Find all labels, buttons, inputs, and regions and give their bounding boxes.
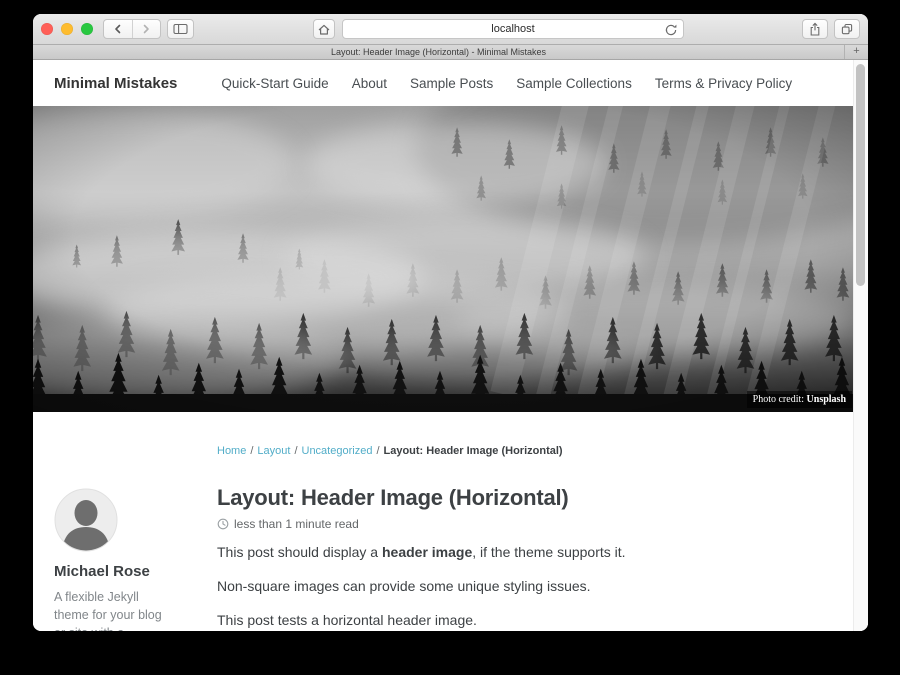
page-content: Minimal Mistakes Quick-Start Guide About… [33, 60, 853, 631]
reload-icon [664, 23, 678, 37]
site-title-link[interactable]: Minimal Mistakes [54, 75, 177, 92]
share-button[interactable] [802, 19, 828, 39]
breadcrumb-current: Layout: Header Image (Horizontal) [384, 445, 563, 457]
site-nav: Quick-Start Guide About Sample Posts Sam… [221, 76, 792, 91]
address-bar[interactable]: localhost [342, 19, 684, 39]
foggy-forest-illustration [33, 106, 853, 412]
share-icon [808, 22, 822, 37]
traffic-lights [41, 23, 93, 35]
home-button[interactable] [313, 19, 335, 39]
photo-credit: Photo credit: Unsplash [747, 391, 852, 408]
nav-item-quick-start-guide[interactable]: Quick-Start Guide [221, 76, 328, 91]
paragraph-text: , if the theme supports it. [472, 544, 625, 560]
photo-credit-link[interactable]: Unsplash [807, 394, 846, 405]
paragraph-bold-text: header image [382, 544, 472, 560]
clock-icon [217, 518, 229, 530]
close-button[interactable] [41, 23, 53, 35]
zoom-button[interactable] [81, 23, 93, 35]
avatar [54, 488, 118, 552]
header-image: Photo credit: Unsplash [33, 106, 853, 412]
nav-item-terms-privacy-policy[interactable]: Terms & Privacy Policy [655, 76, 792, 91]
sidebar-toggle-button[interactable] [167, 19, 194, 39]
scrollbar-thumb[interactable] [856, 64, 865, 286]
breadcrumb: Home/Layout/Uncategorized/Layout: Header… [217, 445, 832, 457]
home-icon [317, 23, 331, 36]
paragraph-text: This post should display a [217, 544, 382, 560]
sidebar-icon [173, 23, 188, 35]
breadcrumb-separator: / [250, 445, 253, 457]
read-time: less than 1 minute read [217, 517, 832, 531]
paragraph: This post tests a horizontal header imag… [217, 612, 832, 628]
author-name: Michael Rose [54, 563, 200, 580]
url-text: localhost [491, 23, 534, 35]
chevron-left-icon [112, 23, 124, 35]
browser-toolbar: localhost [33, 14, 868, 44]
paragraph: This post should display a header image,… [217, 544, 832, 560]
chevron-right-icon [140, 23, 152, 35]
minimize-button[interactable] [61, 23, 73, 35]
tab-bar: Layout: Header Image (Horizontal) - Mini… [33, 44, 868, 60]
back-button[interactable] [104, 20, 132, 38]
content-row: Michael Rose A flexible Jekyll theme for… [33, 412, 853, 631]
nav-item-sample-posts[interactable]: Sample Posts [410, 76, 493, 91]
page-title: Layout: Header Image (Horizontal) [217, 485, 832, 511]
site-masthead: Minimal Mistakes Quick-Start Guide About… [33, 60, 853, 106]
page-viewport: Minimal Mistakes Quick-Start Guide About… [33, 60, 868, 631]
tabs-icon [840, 22, 854, 36]
read-time-text: less than 1 minute read [234, 517, 359, 531]
author-bio: A flexible Jekyll theme for your blog or… [54, 588, 176, 631]
history-nav-group [103, 19, 161, 39]
scrollbar-track[interactable] [853, 60, 868, 631]
nav-item-about[interactable]: About [352, 76, 387, 91]
breadcrumb-layout[interactable]: Layout [257, 445, 290, 457]
tab-title[interactable]: Layout: Header Image (Horizontal) - Mini… [33, 45, 844, 59]
nav-item-sample-collections[interactable]: Sample Collections [516, 76, 632, 91]
breadcrumb-home[interactable]: Home [217, 445, 246, 457]
breadcrumb-separator: / [376, 445, 379, 457]
browser-window: localhost Layout: Header Image (Horizont… [33, 14, 868, 631]
author-sidebar: Michael Rose A flexible Jekyll theme for… [54, 488, 200, 631]
breadcrumb-uncategorized[interactable]: Uncategorized [302, 445, 373, 457]
breadcrumb-separator: / [294, 445, 297, 457]
forward-button[interactable] [132, 20, 161, 38]
paragraph: Non-square images can provide some uniqu… [217, 578, 832, 594]
photo-credit-label: Photo credit: [753, 394, 804, 405]
reload-button[interactable] [664, 23, 678, 37]
article-main: Home/Layout/Uncategorized/Layout: Header… [200, 412, 832, 631]
new-tab-button[interactable]: + [844, 45, 868, 59]
show-tabs-button[interactable] [834, 19, 860, 39]
